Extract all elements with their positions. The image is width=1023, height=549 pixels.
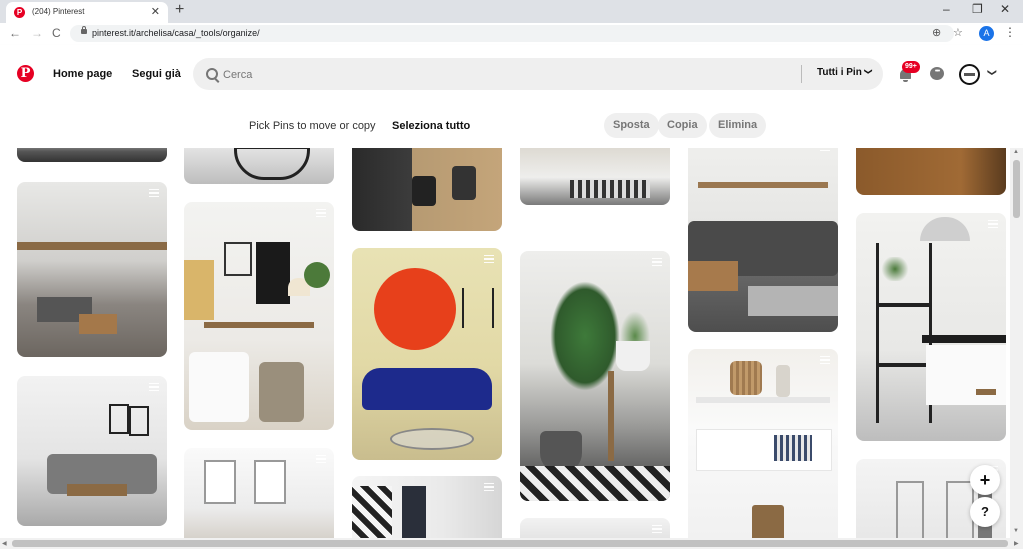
add-button[interactable]: + [970, 465, 1000, 495]
menu-handle-icon[interactable] [988, 220, 998, 228]
new-tab-button[interactable]: + [175, 1, 184, 19]
tab-close-icon[interactable]: ✕ [151, 5, 160, 18]
menu-handle-icon[interactable] [316, 455, 326, 463]
search-divider [801, 65, 802, 83]
pinterest-favicon-icon: P [14, 7, 25, 18]
close-window-button[interactable]: ✕ [1000, 2, 1010, 16]
browser-tab-strip: P (204) Pinterest ✕ + – ❐ ✕ [0, 0, 1023, 23]
maximize-button[interactable]: ❐ [972, 2, 983, 16]
address-bar[interactable]: pinterest.it/archelisa/casa/_tools/organ… [70, 25, 963, 42]
search-input[interactable] [221, 64, 785, 86]
browser-tab[interactable]: P (204) Pinterest ✕ [6, 2, 168, 23]
back-arrow-icon[interactable]: ← [9, 26, 21, 40]
chevron-down-icon[interactable]: ❯ [864, 68, 873, 75]
help-button[interactable]: ? [970, 497, 1000, 527]
move-button[interactable]: Sposta [604, 113, 659, 138]
bookmark-star-icon[interactable]: ☆ [953, 26, 963, 39]
pin-card[interactable] [352, 476, 502, 538]
menu-handle-icon[interactable] [316, 209, 326, 217]
install-icon[interactable]: ⊕ [932, 26, 941, 39]
profile-avatar[interactable]: A [979, 26, 994, 41]
forward-arrow-icon[interactable]: → [31, 26, 43, 40]
pin-grid [0, 148, 1010, 538]
search-scope-label[interactable]: Tutti i Pin [817, 67, 862, 78]
pin-card[interactable] [520, 251, 670, 501]
pin-card[interactable] [17, 148, 167, 162]
pinterest-header: P Home page Segui già Tutti i Pin ❯ 99+ … [0, 45, 1023, 102]
pin-card[interactable] [17, 182, 167, 357]
menu-handle-icon[interactable] [149, 189, 159, 197]
pin-card[interactable] [856, 213, 1006, 441]
pinterest-logo-icon[interactable]: P [17, 65, 34, 82]
menu-handle-icon[interactable] [652, 525, 662, 533]
vertical-scrollbar[interactable]: ▲ ▼ [1010, 148, 1023, 538]
following-link[interactable]: Segui già [132, 68, 181, 80]
reload-icon[interactable]: C [52, 26, 61, 40]
horizontal-scroll-thumb[interactable] [12, 540, 1008, 547]
account-chevron-icon[interactable]: ❯ [986, 69, 997, 77]
scroll-up-icon[interactable]: ▲ [1013, 149, 1019, 155]
menu-handle-icon[interactable] [820, 148, 830, 151]
organize-hint: Pick Pins to move or copy [249, 120, 376, 132]
search-bar[interactable]: Tutti i Pin ❯ [193, 58, 883, 90]
pin-card[interactable] [352, 248, 502, 460]
organize-toolbar: Pick Pins to move or copy Seleziona tutt… [0, 102, 1023, 148]
pin-card[interactable] [688, 349, 838, 538]
copy-button[interactable]: Copia [658, 113, 707, 138]
select-all-button[interactable]: Seleziona tutto [392, 120, 470, 132]
pin-card[interactable] [184, 148, 334, 184]
minimize-button[interactable]: – [943, 2, 950, 16]
home-link[interactable]: Home page [53, 68, 112, 80]
delete-button[interactable]: Elimina [709, 113, 767, 138]
notification-badge: 99+ [902, 61, 920, 73]
pin-card[interactable] [520, 148, 670, 205]
menu-handle-icon[interactable] [484, 255, 494, 263]
pin-card[interactable] [520, 518, 670, 538]
pin-card[interactable] [856, 148, 1006, 195]
url-text: pinterest.it/archelisa/casa/_tools/organ… [92, 28, 260, 38]
scroll-left-icon[interactable]: ◀ [2, 540, 7, 547]
vertical-scroll-thumb[interactable] [1013, 160, 1020, 218]
menu-handle-icon[interactable] [820, 356, 830, 364]
scroll-down-icon[interactable]: ▼ [1013, 528, 1019, 534]
messages-icon[interactable]: ••• [930, 67, 944, 80]
pin-card[interactable] [184, 202, 334, 430]
menu-handle-icon[interactable] [149, 383, 159, 391]
pin-card[interactable] [17, 376, 167, 526]
menu-handle-icon[interactable] [652, 258, 662, 266]
pin-card[interactable] [184, 448, 334, 538]
menu-handle-icon[interactable] [484, 483, 494, 491]
horizontal-scrollbar[interactable]: ◀ ▶ [0, 538, 1023, 549]
pin-card[interactable] [352, 148, 502, 231]
tab-title: (204) Pinterest [32, 7, 85, 16]
search-icon [206, 68, 218, 80]
lock-icon [81, 26, 87, 34]
pin-card[interactable] [688, 148, 838, 332]
account-avatar[interactable] [959, 64, 980, 85]
browser-menu-icon[interactable]: ⋮ [1004, 25, 1016, 39]
browser-toolbar: ← → C pinterest.it/archelisa/casa/_tools… [0, 23, 1023, 46]
scroll-right-icon[interactable]: ▶ [1014, 540, 1019, 547]
